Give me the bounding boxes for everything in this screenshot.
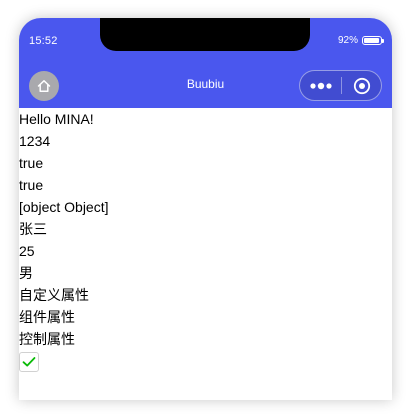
status-indicators: 92% (337, 35, 384, 46)
text-line-8: 男 (19, 265, 33, 281)
text-line-3: true (19, 155, 44, 171)
more-dots-icon (309, 82, 332, 89)
phone-screen: 15:52 92% Buubiu Hello MINA! 1234 true t… (19, 18, 392, 400)
text-line-6: 张三 (19, 221, 47, 237)
navigation-bar: 15:52 92% Buubiu (19, 18, 392, 108)
text-line-2: 1234 (19, 133, 51, 149)
battery-icon (362, 36, 384, 45)
text-line-1: Hello MINA! (19, 111, 94, 127)
checkbox[interactable] (19, 352, 39, 372)
close-button[interactable] (342, 71, 381, 100)
battery-fill (364, 38, 379, 43)
text-line-4: true (19, 177, 44, 193)
more-button[interactable] (300, 71, 341, 100)
text-line-7: 25 (19, 243, 35, 259)
text-line-10: 组件属性 (19, 309, 75, 325)
status-time: 15:52 (29, 35, 58, 47)
text-line-9: 自定义属性 (19, 287, 89, 303)
battery-percent: 92% (337, 35, 358, 46)
checkmark-icon (22, 357, 36, 367)
menu-capsule (299, 70, 382, 101)
text-line-11: 控制属性 (19, 331, 75, 347)
close-circle-icon (353, 77, 370, 94)
device-notch (100, 18, 310, 51)
page-content: Hello MINA! 1234 true true [object Objec… (19, 108, 392, 372)
text-line-5: [object Object] (19, 199, 109, 215)
